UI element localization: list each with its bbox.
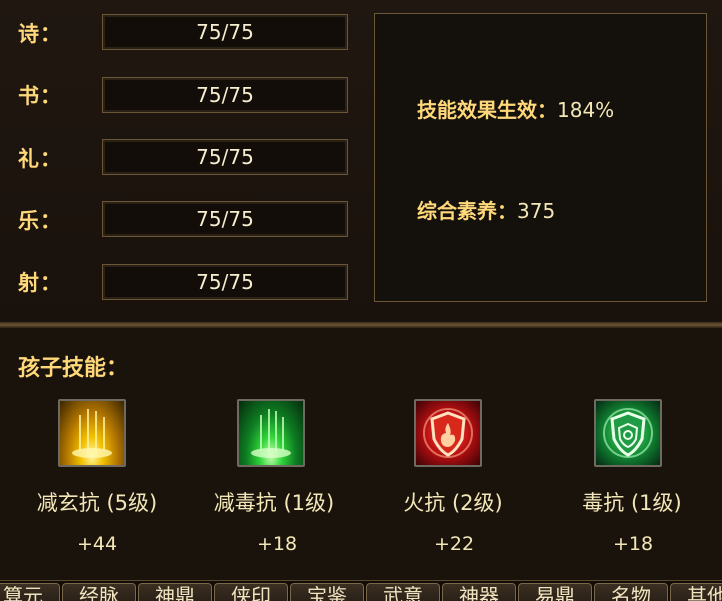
summary-box: 技能效果生效：184% 综合素养：375 — [374, 13, 707, 302]
skill-name-2: 减毒抗 (1级) — [213, 491, 335, 515]
child-skills-title: 孩子技能： — [18, 356, 129, 381]
tab-suanyuan[interactable]: 算元 — [0, 583, 60, 601]
tab-jingmai[interactable]: 经脉 — [62, 583, 136, 601]
skill-effect-label: 技能效果生效： — [417, 98, 557, 122]
stat-value-yue: 75/75 — [102, 201, 348, 237]
stat-value-shu: 75/75 — [102, 77, 348, 113]
skill-bonus-2: +18 — [256, 533, 298, 555]
stat-label-yue: 乐： — [18, 209, 62, 233]
overall-score-label: 综合素养： — [417, 199, 517, 223]
golden-light-icon[interactable] — [58, 399, 126, 467]
tab-qita[interactable]: 其他 — [670, 583, 722, 601]
stat-value-she: 75/75 — [102, 264, 348, 300]
fire-shield-icon[interactable] — [414, 399, 482, 467]
skill-bonus-3: +22 — [433, 533, 475, 555]
skill-name-4: 毒抗 (1级) — [582, 491, 682, 515]
tab-bar: 算元 经脉 神鼎 侠印 宝鉴 武意 神器 易鼎 名物 其他 — [0, 580, 722, 601]
overall-score-value: 375 — [517, 199, 556, 223]
tab-wuyi[interactable]: 武意 — [366, 583, 440, 601]
stat-label-shu: 书： — [18, 84, 62, 108]
skill-bonus-1: +44 — [76, 533, 118, 555]
skill-bonus-4: +18 — [612, 533, 654, 555]
attribute-panel: 诗： 75/75 书： 75/75 礼： 75/75 乐： 75/75 射： 7… — [0, 0, 722, 322]
green-light-icon[interactable] — [237, 399, 305, 467]
skill-effect-line: 技能效果生效：184% — [417, 94, 614, 123]
overall-score-line: 综合素养：375 — [417, 195, 555, 224]
tab-mingwu[interactable]: 名物 — [594, 583, 668, 601]
skill-name-1: 减玄抗 (5级) — [36, 491, 158, 515]
stat-label-li: 礼： — [18, 147, 62, 171]
stat-label-shi: 诗： — [18, 22, 62, 46]
tab-shenqi[interactable]: 神器 — [442, 583, 516, 601]
stat-value-shi: 75/75 — [102, 14, 348, 50]
stat-value-li: 75/75 — [102, 139, 348, 175]
stat-label-she: 射： — [18, 271, 62, 295]
tab-shending[interactable]: 神鼎 — [138, 583, 212, 601]
poison-shield-icon[interactable] — [594, 399, 662, 467]
skill-effect-value: 184% — [557, 98, 615, 122]
tab-xiayin[interactable]: 侠印 — [214, 583, 288, 601]
skill-name-3: 火抗 (2级) — [403, 491, 503, 515]
tab-baojian[interactable]: 宝鉴 — [290, 583, 364, 601]
tab-yiding[interactable]: 易鼎 — [518, 583, 592, 601]
